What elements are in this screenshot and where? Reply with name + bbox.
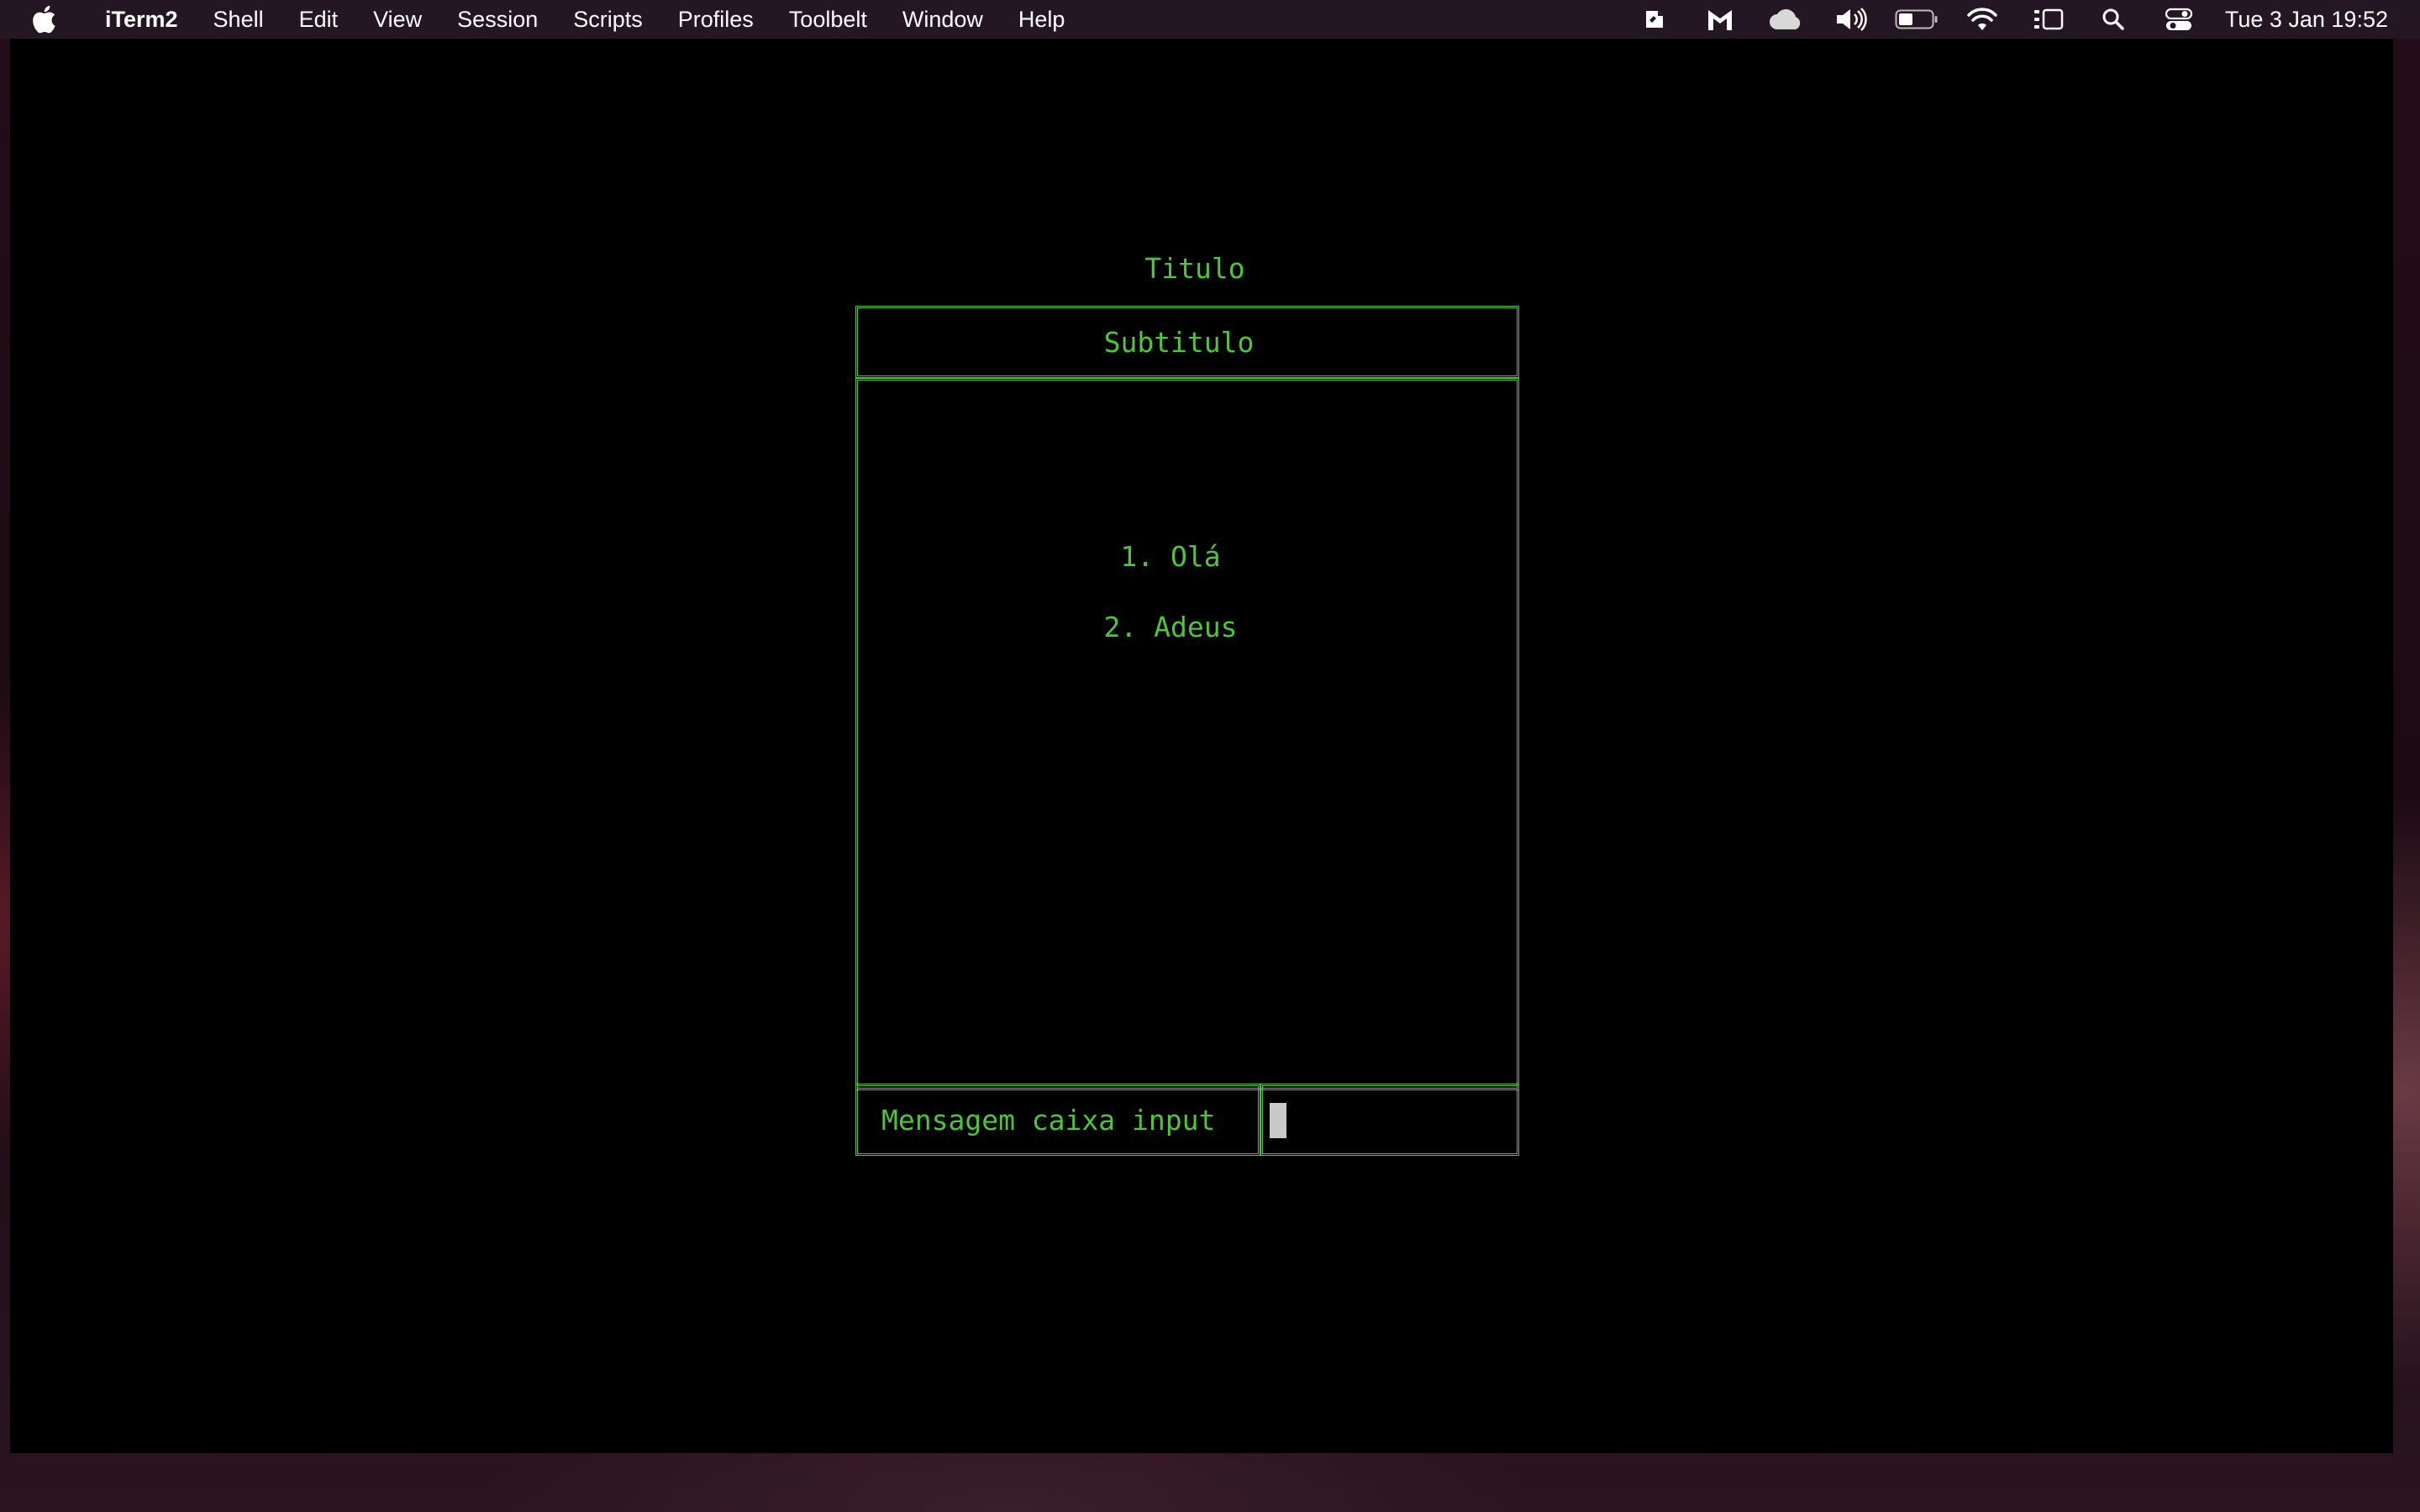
desktop-bottom-edge xyxy=(0,1453,2420,1512)
menu-toolbelt[interactable]: Toolbelt xyxy=(771,0,885,39)
screen-title: Titulo xyxy=(1144,252,1245,285)
script-icon[interactable] xyxy=(1622,0,1687,39)
menu-window[interactable]: Window xyxy=(885,0,1001,39)
menu-bar: iTerm2 Shell Edit View Session Scripts P… xyxy=(0,0,2420,39)
battery-icon[interactable] xyxy=(1884,0,1949,39)
menu-option-1[interactable]: 1. Olá xyxy=(841,540,1500,574)
wifi-icon[interactable] xyxy=(1949,0,2015,39)
menu-help[interactable]: Help xyxy=(1001,0,1083,39)
input-label-panel: Mensagem caixa input xyxy=(855,1084,1260,1156)
input-prompt-label: Mensagem caixa input xyxy=(881,1103,1216,1137)
volume-icon[interactable] xyxy=(1818,0,1884,39)
menu-profiles[interactable]: Profiles xyxy=(660,0,771,39)
menu-edit[interactable]: Edit xyxy=(281,0,356,39)
text-cursor xyxy=(1270,1103,1286,1138)
menu-option-2[interactable]: 2. Adeus xyxy=(841,611,1500,644)
malwarebytes-icon[interactable] xyxy=(1687,0,1753,39)
message-input-field[interactable] xyxy=(1260,1084,1519,1156)
search-icon[interactable] xyxy=(2081,0,2146,39)
menu-scripts[interactable]: Scripts xyxy=(555,0,660,39)
terminal-window[interactable]: Titulo Subtitulo 1. Olá 2. Adeus Mensage… xyxy=(10,39,2393,1453)
menu-panel: 1. Olá 2. Adeus xyxy=(855,378,1519,1090)
menu-session[interactable]: Session xyxy=(439,0,555,39)
control-center-icon[interactable] xyxy=(2146,0,2212,39)
subtitle-panel: Subtitulo xyxy=(855,306,1519,378)
stage-manager-icon[interactable] xyxy=(2015,0,2081,39)
menu-app-name[interactable]: iTerm2 xyxy=(87,0,196,39)
screen-subtitle: Subtitulo xyxy=(1103,325,1255,359)
menu-clock[interactable]: Tue 3 Jan 19:52 xyxy=(2225,7,2388,33)
menu-shell[interactable]: Shell xyxy=(196,0,281,39)
menu-view[interactable]: View xyxy=(355,0,439,39)
apple-icon[interactable] xyxy=(0,0,87,39)
cloud-icon[interactable] xyxy=(1753,0,1818,39)
